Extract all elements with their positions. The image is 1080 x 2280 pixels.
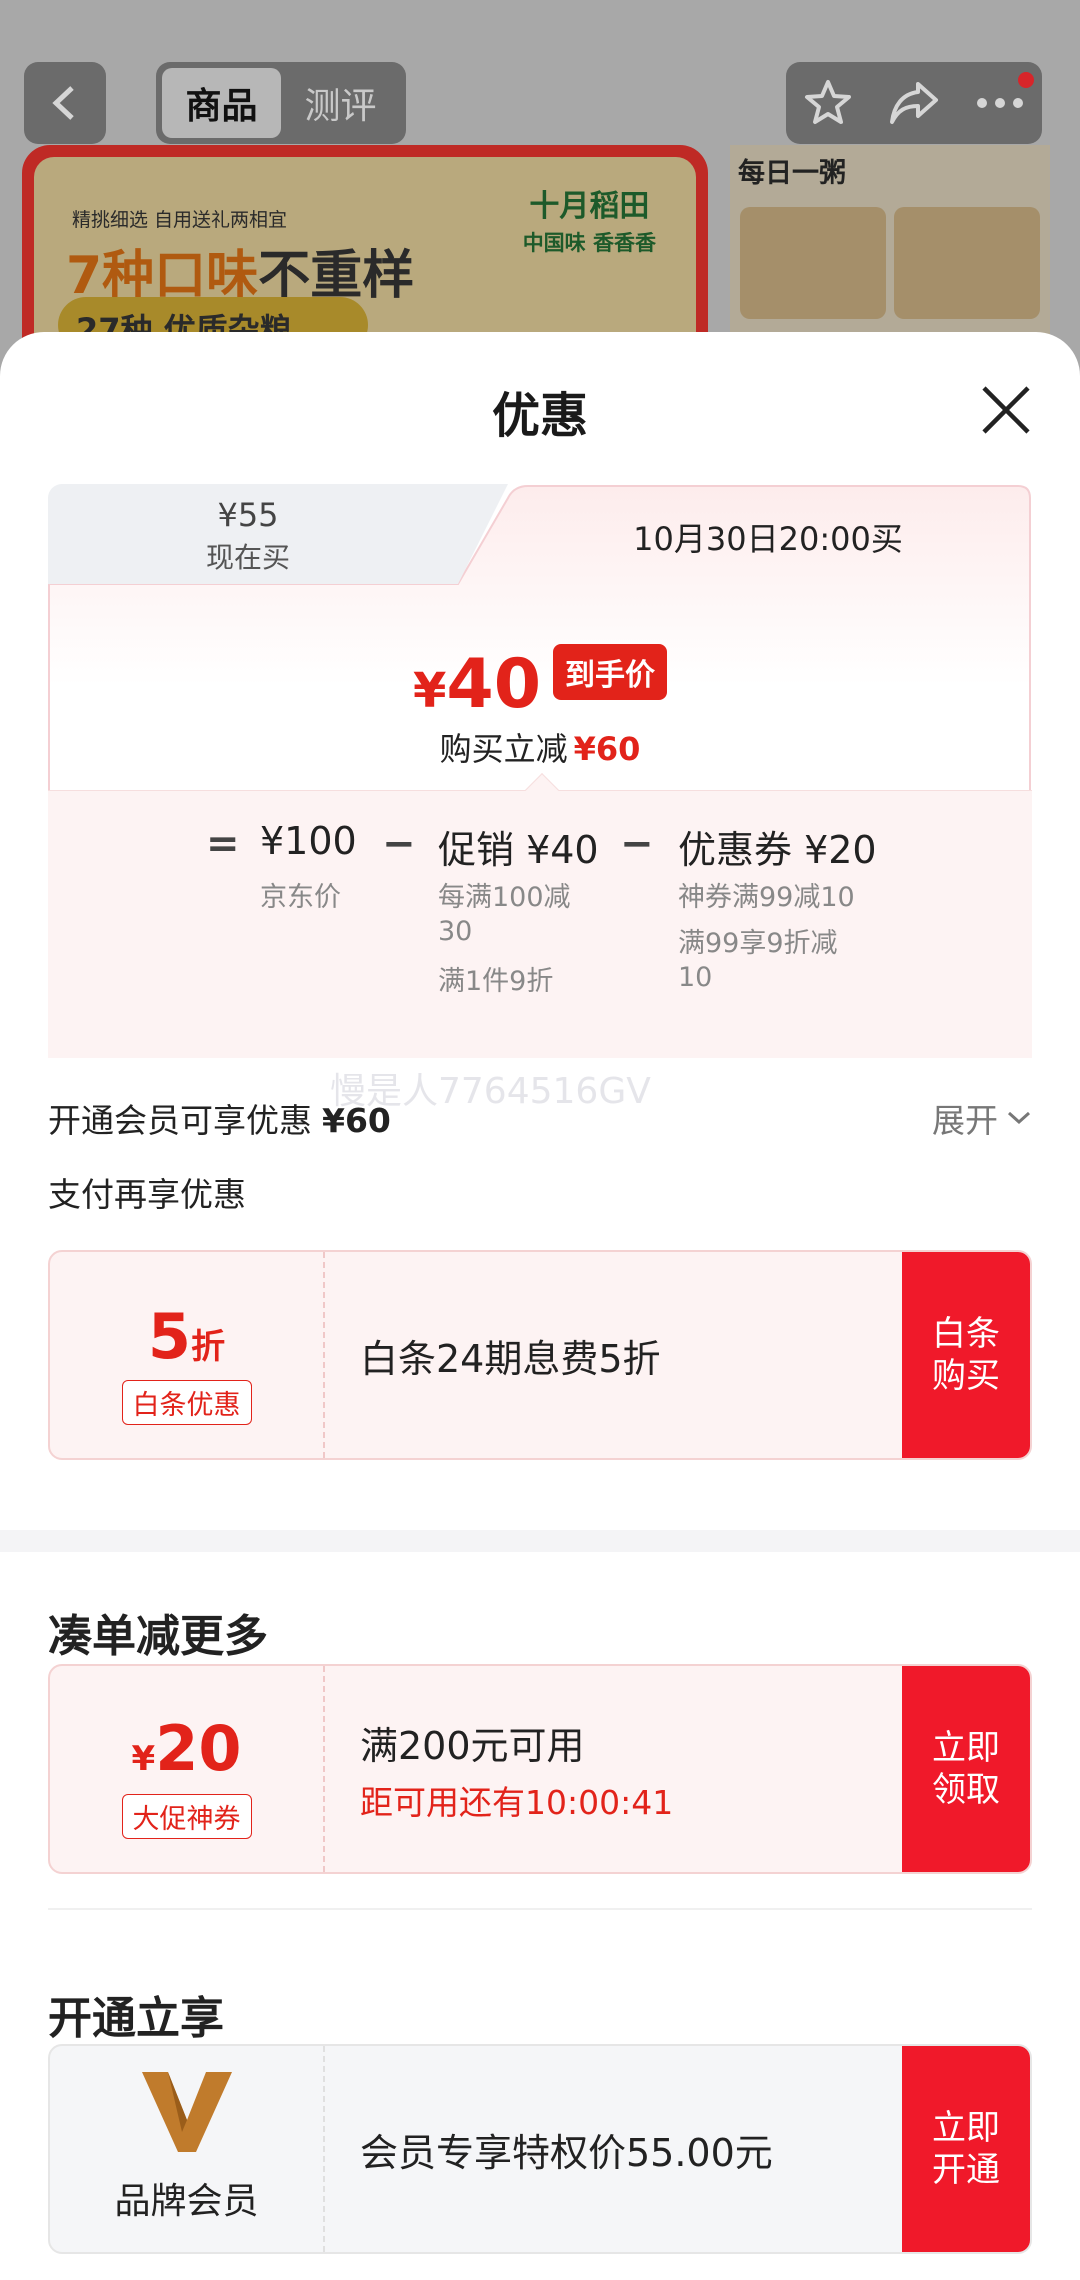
share-icon[interactable] [888,78,940,128]
porridge-image [740,207,886,319]
product-page-background: 精挑细选 自用送礼两相宜 7种口味不重样 27种 优质杂粮 十月稻田 中国味 香香… [0,0,1080,380]
minus-sign: − [620,821,654,867]
coupon-value: ¥20 [131,1712,242,1785]
final-price: ¥40 到手价 [48,644,1032,724]
star-icon[interactable] [803,78,853,128]
brand-member-logo-icon [142,2072,232,2152]
price-breakdown: = ¥100 京东价 − 促销 ¥40 每满100减 30 满1件9折 − 优惠… [48,790,1032,1058]
sheet-title: 优惠 [491,388,588,444]
side-image-title: 每日一粥 [738,158,846,189]
close-button[interactable] [978,382,1034,438]
chevron-left-icon [52,86,74,120]
equals-sign: = [206,821,240,867]
notification-dot [1018,72,1034,88]
coupon-card: ¥20 大促神券 满200元可用 距可用还有10:00:41 立即 领取 [48,1664,1032,1874]
membership-card: 品牌会员 会员专享特权价55.00元 立即 开通 [48,2044,1032,2254]
tab-product[interactable]: 商品 [162,68,281,138]
jd-price-label: 京东价 [260,882,341,913]
jd-price: ¥100 [260,819,357,863]
porridge-image [894,207,1040,319]
instant-reduction: 购买立减 ¥60 [439,730,641,768]
watermark: 慢是人7764516GV [330,1071,651,1112]
coupon-condition: 满200元可用 [360,1723,585,1768]
coupon-tag: 大促神券 [121,1794,252,1839]
baitiao-buy-button[interactable]: 白条 购买 [902,1252,1030,1458]
brand-logo: 十月稻田 中国味 香香香 [522,189,656,255]
promo-amount: 促销 ¥40 [438,828,599,872]
section-title-more: 凑单减更多 [48,1611,268,1662]
more-icon[interactable] [975,96,1025,110]
tab-review[interactable]: 测评 [281,68,400,138]
discount-sheet: 优惠 ¥55 现在买 10月30日20:00买 ¥40到手价 购买立减¥60 [0,332,1080,2280]
section-title-open: 开通立享 [48,1993,224,2044]
coupon-amount: 优惠券 ¥20 [678,828,877,872]
final-price-tag: 到手价 [553,644,668,700]
buy-now-label: 现在买 [205,541,290,574]
payment-offers-title: 支付再享优惠 [48,1175,246,1214]
section-divider [0,1530,1080,1552]
baitiao-tag: 白条优惠 [121,1380,252,1425]
baitiao-description: 白条24期息费5折 [360,1336,661,1381]
back-button[interactable] [24,62,106,144]
banner-slogan: 精挑细选 自用送礼两相宜 [72,209,288,231]
member-price-description: 会员专享特权价55.00元 [360,2130,773,2175]
chevron-down-icon [1007,1111,1031,1125]
price-card: ¥55 现在买 10月30日20:00买 ¥40 到手价 购买立减 ¥60 = ¥1… [48,484,1032,1059]
baitiao-discount: 5折 [147,1300,226,1373]
minus-sign: − [382,821,416,867]
page-tab-switcher: 商品 测评 [156,62,406,144]
divider [48,1908,1032,1910]
tab-buy-later[interactable]: 10月30日20:00买 [508,514,1028,560]
coupon-countdown: 距可用还有10:00:41 [360,1782,674,1822]
buy-now-price: ¥55 [217,496,279,534]
claim-coupon-button[interactable]: 立即 领取 [902,1666,1030,1872]
brand-member-label: 品牌会员 [114,2181,259,2222]
baitiao-offer-card: 5折 白条优惠 白条24期息费5折 白条 购买 [48,1250,1032,1460]
coupon-detail: 神券满99减10 满99享9折减 10 [678,882,855,993]
top-actions [786,62,1042,144]
close-icon [982,386,1030,434]
expand-button[interactable]: 展开 [932,1094,1032,1142]
open-membership-button[interactable]: 立即 开通 [902,2046,1030,2252]
promo-detail: 每满100减 30 满1件9折 [438,882,571,997]
